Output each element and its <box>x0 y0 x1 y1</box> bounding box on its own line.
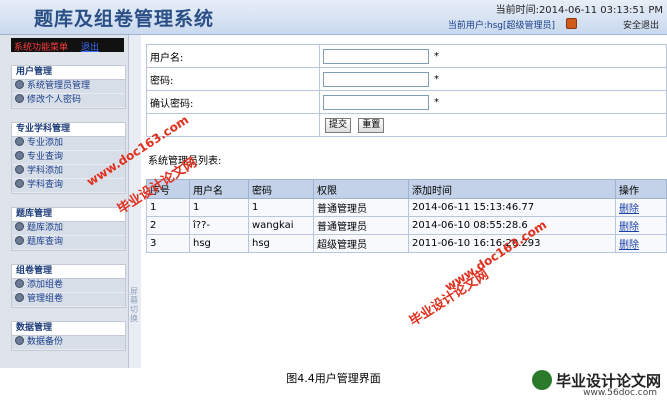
password-input[interactable] <box>323 71 429 87</box>
sidebar-item-admin-manage[interactable]: 系统管理员管理 <box>12 80 125 94</box>
required-mark: * <box>434 97 439 108</box>
cell-time: 2014-06-10 08:55:28.6 <box>408 216 616 235</box>
cell-id: 3 <box>146 234 190 253</box>
cell-role: 普通管理员 <box>313 198 409 217</box>
table-row: 3 hsg hsg 超级管理员 2011-06-10 16:16:20.293 … <box>146 234 667 253</box>
cell-time: 2014-06-11 15:13:46.77 <box>408 198 616 217</box>
group-title[interactable]: 用户管理 <box>12 66 125 80</box>
delete-link[interactable]: 删除 <box>619 240 639 251</box>
group-title[interactable]: 题库管理 <box>12 208 125 222</box>
cell-username: î??- <box>189 216 249 235</box>
table-row: 1 1 1 普通管理员 2014-06-11 15:13:46.77 删除 <box>146 198 667 217</box>
sidebar-item-paper-manage[interactable]: 管理组卷 <box>12 293 125 307</box>
menu-exit-link[interactable]: 退出 <box>81 40 99 53</box>
sidebar-item-change-password[interactable]: 修改个人密码 <box>12 94 125 108</box>
bullet-icon <box>15 80 24 89</box>
group-question-bank: 题库管理 题库添加 题库查询 <box>11 207 126 251</box>
logout-link[interactable]: 安全退出 <box>623 18 659 31</box>
bullet-icon <box>15 222 24 231</box>
screenshot: 题库及组卷管理系统 当前时间:2014-06-11 03:13:51 PM 当前… <box>0 0 667 368</box>
group-user: 用户管理 系统管理员管理 修改个人密码 <box>11 65 126 109</box>
cell-username: 1 <box>189 198 249 217</box>
sidebar-item-label: 专业添加 <box>27 138 64 148</box>
bullet-icon <box>15 179 24 188</box>
brand-icon <box>531 370 552 390</box>
bullet-icon <box>15 94 24 103</box>
username-input[interactable] <box>323 48 429 64</box>
sidebar-item-label: 添加组卷 <box>27 280 64 290</box>
cell-password: wangkai <box>248 216 314 235</box>
cell-id: 1 <box>146 198 190 217</box>
splitter-label: 屏幕切换 <box>130 287 138 323</box>
required-mark: * <box>434 51 439 62</box>
sidebar-item-label: 学科添加 <box>27 166 64 176</box>
group-paper: 组卷管理 添加组卷 管理组卷 <box>11 264 126 308</box>
current-user: 当前用户:hsg[超级管理员] <box>447 21 555 31</box>
sidebar-item-label: 修改个人密码 <box>27 95 82 105</box>
sidebar-item-bank-query[interactable]: 题库查询 <box>12 236 125 250</box>
bullet-icon <box>15 336 24 345</box>
bullet-icon <box>15 236 24 245</box>
cell-role: 普通管理员 <box>313 216 409 235</box>
header: 题库及组卷管理系统 当前时间:2014-06-11 03:13:51 PM 当前… <box>0 0 667 35</box>
group-title[interactable]: 专业学科管理 <box>12 123 125 137</box>
cell-password: hsg <box>248 234 314 253</box>
logout-icon[interactable] <box>566 18 577 29</box>
add-admin-form: 用户名: * 密码: * 确认密码: * 提交 重置 <box>146 44 667 137</box>
cell-password: 1 <box>248 198 314 217</box>
sidebar: 系统功能菜单 退出 用户管理 系统管理员管理 修改个人密码 专业学科管理 专业添… <box>0 35 128 368</box>
sidebar-item-paper-add[interactable]: 添加组卷 <box>12 279 125 293</box>
delete-link[interactable]: 删除 <box>619 204 639 215</box>
col-header: 密码 <box>248 179 314 199</box>
col-header: 用户名 <box>189 179 249 199</box>
cell-action: 删除 <box>615 234 667 253</box>
group-data: 数据管理 数据备份 <box>11 321 126 351</box>
sidebar-item-label: 管理组卷 <box>27 294 64 304</box>
admin-table: 序号 用户名 密码 权限 添加时间 操作 1 1 1 普通管理员 2014-06… <box>146 179 667 253</box>
col-header: 添加时间 <box>408 179 616 199</box>
table-header-row: 序号 用户名 密码 权限 添加时间 操作 <box>146 179 667 199</box>
required-mark: * <box>434 74 439 85</box>
sidebar-item-data-backup[interactable]: 数据备份 <box>12 336 125 350</box>
username-label: 用户名: <box>146 44 320 68</box>
reset-button[interactable]: 重置 <box>358 117 385 133</box>
col-header: 操作 <box>615 179 667 199</box>
sidebar-item-label: 数据备份 <box>27 337 64 347</box>
group-title[interactable]: 数据管理 <box>12 322 125 336</box>
sidebar-item-bank-add[interactable]: 题库添加 <box>12 222 125 236</box>
confirm-password-input[interactable] <box>323 94 429 110</box>
cell-action: 删除 <box>615 216 667 235</box>
sidebar-item-major-add[interactable]: 专业添加 <box>12 137 125 151</box>
cell-role: 超级管理员 <box>313 234 409 253</box>
cell-id: 2 <box>146 216 190 235</box>
password-label: 密码: <box>146 67 320 91</box>
col-header: 权限 <box>313 179 409 199</box>
group-subject: 专业学科管理 专业添加 专业查询 学科添加 学科查询 <box>11 122 126 194</box>
bullet-icon <box>15 151 24 160</box>
bullet-icon <box>15 137 24 146</box>
bullet-icon <box>15 165 24 174</box>
sidebar-item-label: 学科查询 <box>27 180 64 190</box>
sidebar-item-label: 系统管理员管理 <box>27 81 91 91</box>
confirm-password-label: 确认密码: <box>146 90 320 114</box>
menu-bar: 系统功能菜单 退出 <box>11 38 124 53</box>
cell-username: hsg <box>189 234 249 253</box>
submit-button[interactable]: 提交 <box>325 117 352 133</box>
delete-link[interactable]: 删除 <box>619 222 639 233</box>
menu-label: 系统功能菜单 <box>14 43 69 53</box>
sidebar-item-label: 题库添加 <box>27 223 64 233</box>
app-title: 题库及组卷管理系统 <box>34 8 215 30</box>
bullet-icon <box>15 293 24 302</box>
group-title[interactable]: 组卷管理 <box>12 265 125 279</box>
table-row: 2 î??- wangkai 普通管理员 2014-06-10 08:55:28… <box>146 216 667 235</box>
brand-url: www.56doc.com <box>583 388 657 398</box>
sidebar-item-label: 专业查询 <box>27 152 64 162</box>
sidebar-item-subject-query[interactable]: 学科查询 <box>12 179 125 193</box>
cell-action: 删除 <box>615 198 667 217</box>
sidebar-item-label: 题库查询 <box>27 237 64 247</box>
bullet-icon <box>15 279 24 288</box>
current-time: 当前时间:2014-06-11 03:13:51 PM <box>495 5 663 16</box>
main-content: 用户名: * 密码: * 确认密码: * 提交 重置 系统管理员列表: 序号 用… <box>141 35 667 368</box>
